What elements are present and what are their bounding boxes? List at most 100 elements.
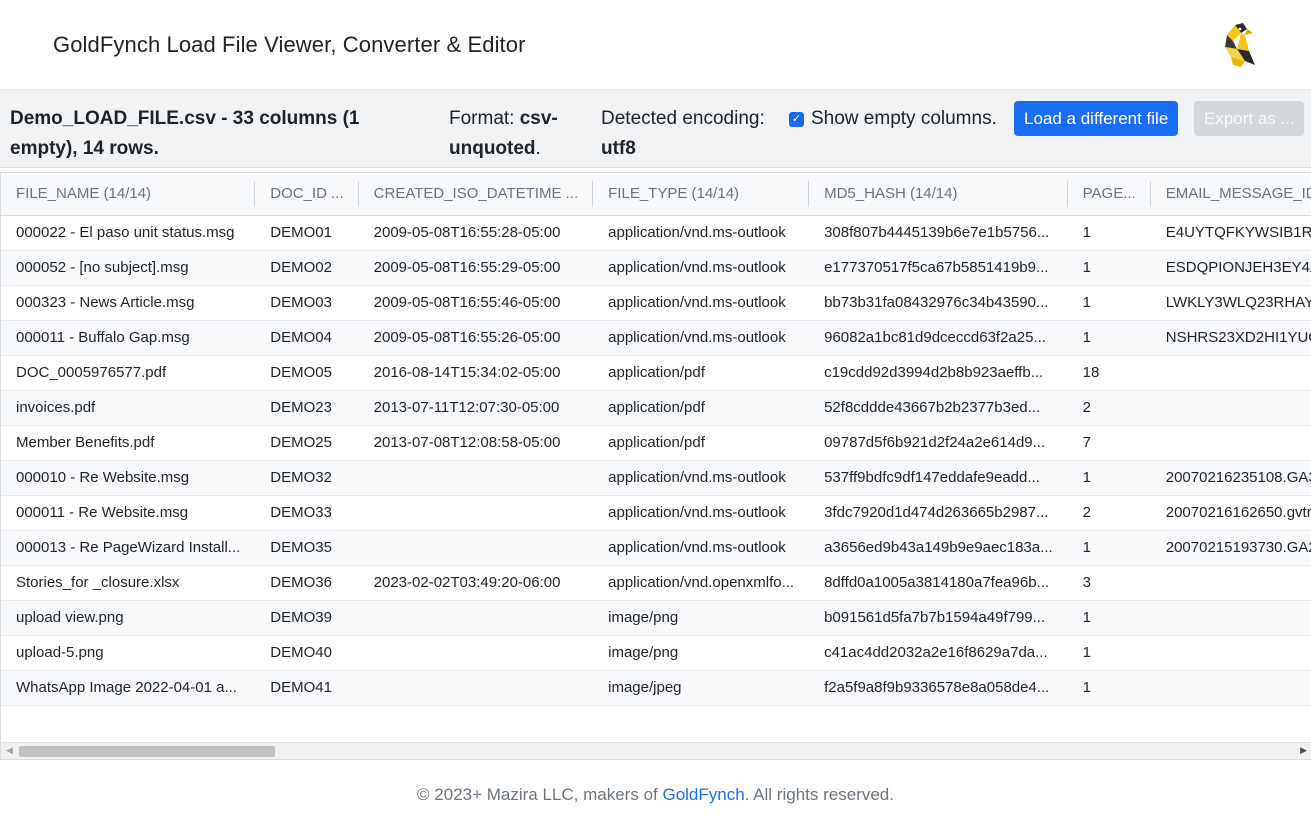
table-cell[interactable]: c19cdd92d3994d2b8b923aeffb... xyxy=(809,355,1068,391)
load-different-file-button[interactable]: Load a different file xyxy=(1014,101,1179,136)
table-cell[interactable] xyxy=(1150,355,1311,391)
table-cell[interactable]: E4UYTQFKYWSIB1RVCL xyxy=(1150,215,1311,251)
column-header[interactable]: MD5_HASH (14/14) xyxy=(809,173,1068,216)
table-cell[interactable]: 8dffd0a1005a3814180a7fea96b... xyxy=(809,565,1068,601)
table-cell[interactable]: DEMO36 xyxy=(255,565,359,601)
table-row[interactable]: 000052 - [no subject].msg DEMO02 2009-05-0… xyxy=(1,250,1311,286)
column-header[interactable]: EMAIL_MESSAGE_ID ... xyxy=(1150,173,1311,216)
table-cell[interactable]: 2013-07-08T12:08:58-05:00 xyxy=(358,425,594,461)
table-cell[interactable] xyxy=(1150,425,1311,461)
table-row[interactable]: 000323 - News Article.msg DEMO03 2009-05-0… xyxy=(1,285,1311,321)
table-cell[interactable]: 2 xyxy=(1067,390,1151,426)
table-cell[interactable]: application/vnd.ms-outlook xyxy=(593,320,810,356)
table-cell[interactable]: 7 xyxy=(1067,425,1151,461)
table-cell[interactable]: 52f8cddde43667b2b2377b3ed... xyxy=(809,390,1068,426)
table-cell[interactable]: 308f807b4445139b6e7e1b5756... xyxy=(809,215,1068,251)
column-header[interactable]: PAGE... xyxy=(1067,173,1151,216)
table-cell[interactable]: application/vnd.ms-outlook xyxy=(593,530,810,566)
column-header[interactable]: DOC_ID ... xyxy=(255,173,359,216)
table-cell[interactable]: image/jpeg xyxy=(593,670,810,706)
table-cell[interactable]: DEMO35 xyxy=(255,530,359,566)
table-cell[interactable]: 3 xyxy=(1067,565,1151,601)
table-cell[interactable]: 1 xyxy=(1067,635,1151,671)
table-cell[interactable] xyxy=(1150,670,1311,706)
table-cell[interactable]: 2009-05-08T16:55:29-05:00 xyxy=(358,250,594,286)
table-cell[interactable] xyxy=(358,600,594,636)
table-row[interactable]: 000022 - El paso unit status.msg DEMO01 20… xyxy=(1,215,1311,251)
table-cell[interactable]: application/vnd.openxmlfo... xyxy=(593,565,810,601)
table-cell[interactable]: 000011 - Re Website.msg xyxy=(1,495,256,531)
table-cell[interactable] xyxy=(358,670,594,706)
table-row[interactable]: Member Benefits.pdf DEMO25 2013-07-08T12:0… xyxy=(1,425,1311,461)
table-cell[interactable]: 000052 - [no subject].msg xyxy=(1,250,256,286)
table-cell[interactable]: 000013 - Re PageWizard Install... xyxy=(1,530,256,566)
table-cell[interactable]: 537ff9bdfc9df147eddafe9eadd... xyxy=(809,460,1068,496)
table-row[interactable]: DOC_0005976577.pdf DEMO05 2016-08-14T15:34… xyxy=(1,355,1311,391)
table-cell[interactable]: application/pdf xyxy=(593,390,810,426)
table-row[interactable]: 000011 - Buffalo Gap.msg DEMO04 2009-05-08… xyxy=(1,320,1311,356)
table-cell[interactable]: 1 xyxy=(1067,320,1151,356)
table-cell[interactable]: 000010 - Re Website.msg xyxy=(1,460,256,496)
table-cell[interactable] xyxy=(1150,600,1311,636)
table-cell[interactable]: DEMO32 xyxy=(255,460,359,496)
table-cell[interactable]: application/vnd.ms-outlook xyxy=(593,285,810,321)
table-cell[interactable] xyxy=(358,495,594,531)
table-cell[interactable]: DEMO02 xyxy=(255,250,359,286)
table-cell[interactable]: WhatsApp Image 2022-04-01 a... xyxy=(1,670,256,706)
table-cell[interactable]: 1 xyxy=(1067,285,1151,321)
table-cell[interactable] xyxy=(358,530,594,566)
table-cell[interactable]: 1 xyxy=(1067,530,1151,566)
table-cell[interactable]: Member Benefits.pdf xyxy=(1,425,256,461)
column-header[interactable]: CREATED_ISO_DATETIME ... xyxy=(358,173,594,216)
table-cell[interactable]: b091561d5fa7b7b1594a49f799... xyxy=(809,600,1068,636)
table-cell[interactable]: application/vnd.ms-outlook xyxy=(593,215,810,251)
show-empty-columns-toggle[interactable]: ✓ Show empty columns. xyxy=(789,104,997,134)
table-cell[interactable]: 2023-02-02T03:49:20-06:00 xyxy=(358,565,594,601)
table-cell[interactable]: DEMO40 xyxy=(255,635,359,671)
table-cell[interactable]: DEMO03 xyxy=(255,285,359,321)
table-cell[interactable]: 2009-05-08T16:55:46-05:00 xyxy=(358,285,594,321)
table-row[interactable]: invoices.pdf DEMO23 2013-07-11T12:07:30-05… xyxy=(1,390,1311,426)
table-cell[interactable]: e177370517f5ca67b5851419b9... xyxy=(809,250,1068,286)
table-cell[interactable]: 1 xyxy=(1067,460,1151,496)
table-cell[interactable]: 20070216162650.gvtrjv xyxy=(1150,495,1311,531)
table-cell[interactable]: DEMO05 xyxy=(255,355,359,391)
table-cell[interactable]: application/vnd.ms-outlook xyxy=(593,460,810,496)
table-cell[interactable]: application/pdf xyxy=(593,425,810,461)
table-cell[interactable]: f2a5f9a8f9b9336578e8a058de4... xyxy=(809,670,1068,706)
table-cell[interactable]: DEMO04 xyxy=(255,320,359,356)
table-cell[interactable]: 2 xyxy=(1067,495,1151,531)
scroll-right-icon[interactable]: ▶ xyxy=(1300,745,1307,756)
table-cell[interactable]: application/vnd.ms-outlook xyxy=(593,495,810,531)
table-cell[interactable]: application/pdf xyxy=(593,355,810,391)
table-cell[interactable]: DEMO41 xyxy=(255,670,359,706)
table-cell[interactable]: ESDQPIONJEH3EY4A3I xyxy=(1150,250,1311,286)
table-cell[interactable]: image/png xyxy=(593,635,810,671)
table-row[interactable]: upload view.png DEMO39 image/png b091561d5f… xyxy=(1,600,1311,636)
table-row[interactable]: 000010 - Re Website.msg DEMO32 application… xyxy=(1,460,1311,496)
table-cell[interactable] xyxy=(1150,635,1311,671)
scrollbar-thumb[interactable] xyxy=(19,746,275,757)
scroll-left-icon[interactable]: ◀ xyxy=(6,745,13,756)
table-cell[interactable]: 2016-08-14T15:34:02-05:00 xyxy=(358,355,594,391)
table-cell[interactable]: 2013-07-11T12:07:30-05:00 xyxy=(358,390,594,426)
table-cell[interactable] xyxy=(358,460,594,496)
table-cell[interactable] xyxy=(1150,565,1311,601)
table-cell[interactable]: 1 xyxy=(1067,250,1151,286)
table-cell[interactable]: 09787d5f6b921d2f24a2e614d9... xyxy=(809,425,1068,461)
table-cell[interactable]: 000323 - News Article.msg xyxy=(1,285,256,321)
table-cell[interactable] xyxy=(1150,390,1311,426)
table-cell[interactable]: 2009-05-08T16:55:26-05:00 xyxy=(358,320,594,356)
column-header[interactable]: FILE_TYPE (14/14) xyxy=(593,173,810,216)
table-cell[interactable]: upload-5.png xyxy=(1,635,256,671)
table-cell[interactable]: c41ac4dd2032a2e16f8629a7da... xyxy=(809,635,1068,671)
horizontal-scrollbar[interactable]: ◀ ▶ xyxy=(1,742,1311,759)
table-cell[interactable]: 1 xyxy=(1067,600,1151,636)
goldfynch-link[interactable]: GoldFynch xyxy=(662,785,744,804)
table-cell[interactable]: DEMO25 xyxy=(255,425,359,461)
table-cell[interactable]: bb73b31fa08432976c34b43590... xyxy=(809,285,1068,321)
table-cell[interactable]: a3656ed9b43a149b9e9aec183a... xyxy=(809,530,1068,566)
table-cell[interactable]: 3fdc7920d1d474d263665b2987... xyxy=(809,495,1068,531)
table-cell[interactable]: 1 xyxy=(1067,215,1151,251)
checkbox-checked-icon[interactable]: ✓ xyxy=(789,111,804,127)
